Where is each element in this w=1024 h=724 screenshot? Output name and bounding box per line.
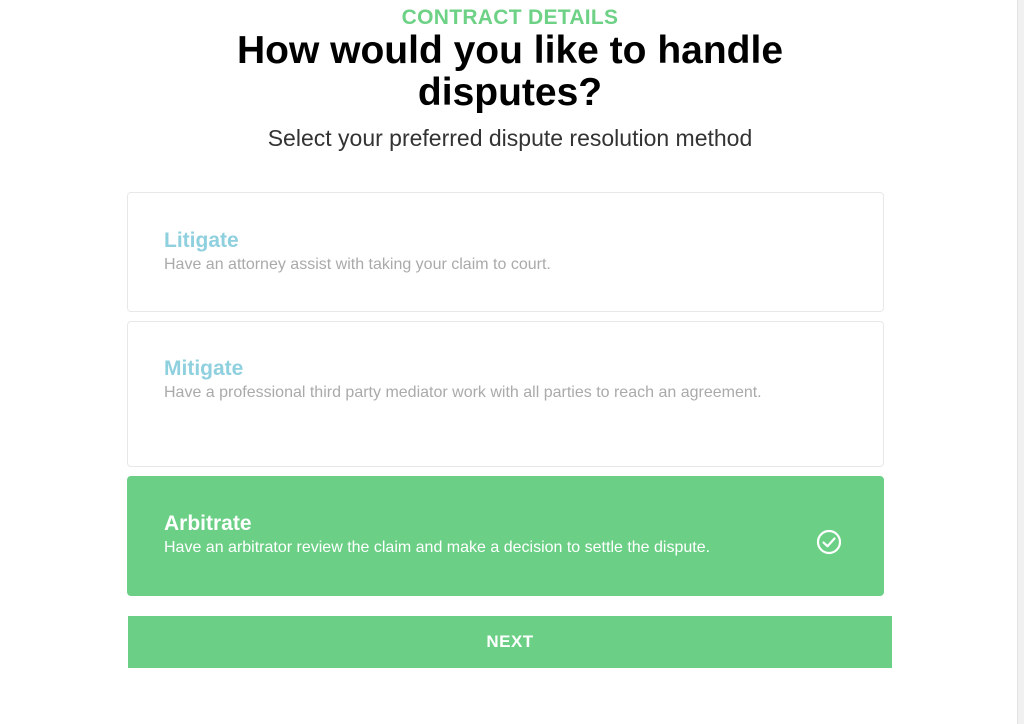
- option-title: Mitigate: [164, 357, 244, 380]
- option-arbitrate[interactable]: Arbitrate Have an arbitrator review the …: [127, 476, 884, 596]
- next-button[interactable]: NEXT: [128, 616, 892, 668]
- option-title: Arbitrate: [164, 512, 252, 535]
- page-title: How would you like to handle disputes?: [236, 29, 784, 114]
- option-mitigate[interactable]: Mitigate Have a professional third party…: [127, 321, 884, 467]
- option-litigate[interactable]: Litigate Have an attorney assist with ta…: [127, 192, 884, 312]
- option-description: Have a professional third party mediator…: [164, 384, 762, 401]
- section-label: CONTRACT DETAILS: [401, 6, 619, 29]
- scrollbar[interactable]: [1017, 0, 1024, 724]
- option-description: Have an arbitrator review the claim and …: [164, 539, 711, 556]
- check-circle-icon: [816, 529, 842, 555]
- option-title: Litigate: [164, 229, 239, 252]
- option-description: Have an attorney assist with taking your…: [164, 256, 551, 273]
- page: CONTRACT DETAILS How would you like to h…: [0, 0, 1024, 724]
- page-subtitle: Select your preferred dispute resolution…: [267, 125, 753, 151]
